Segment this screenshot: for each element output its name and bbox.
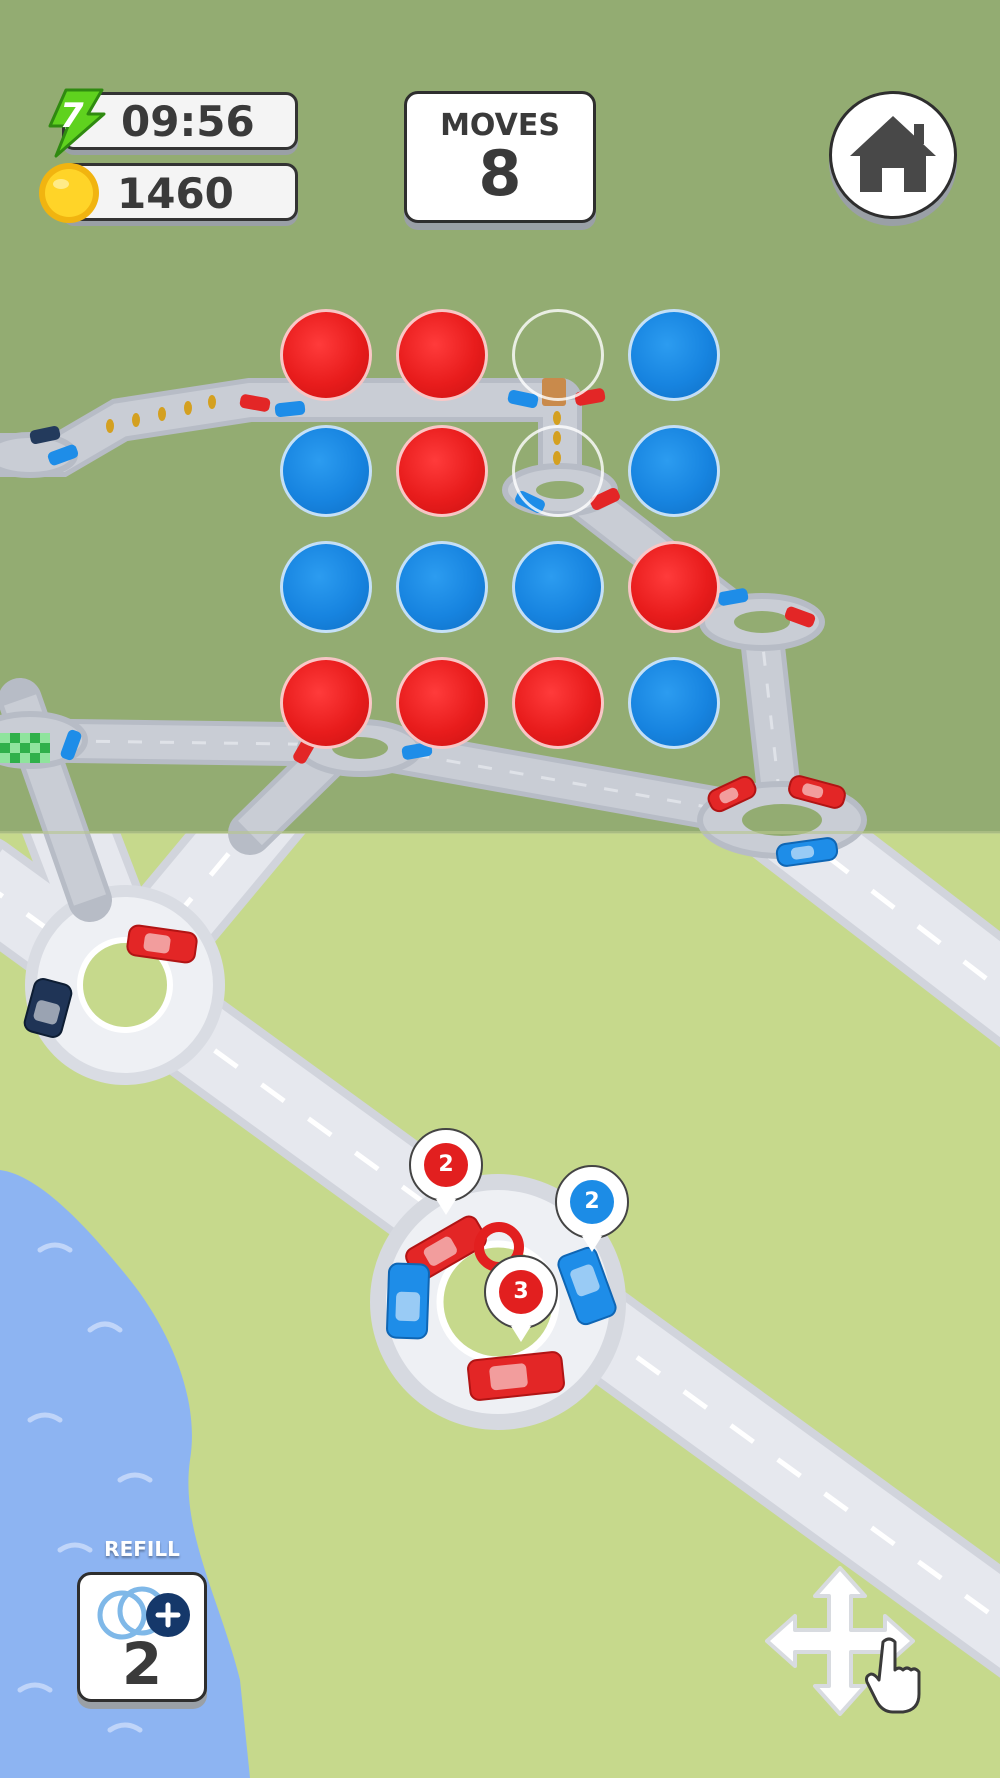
lightning-icon: 7 xyxy=(42,88,112,158)
red-ball[interactable] xyxy=(396,657,488,749)
blue-ball[interactable] xyxy=(280,541,372,633)
home-icon xyxy=(850,116,936,192)
blue-ball[interactable] xyxy=(628,425,720,517)
blue-ball[interactable] xyxy=(280,425,372,517)
refill-count: 2 xyxy=(121,1630,163,1698)
map-background xyxy=(0,0,1000,1778)
red-ball[interactable] xyxy=(396,309,488,401)
coin-count: 1460 xyxy=(117,169,234,218)
pin-count: 2 xyxy=(570,1180,614,1224)
refill-label: REFILL xyxy=(104,1537,180,1561)
pin-count: 2 xyxy=(424,1143,468,1187)
car xyxy=(385,1262,431,1340)
moves-value: 8 xyxy=(478,137,522,210)
red-ball[interactable] xyxy=(396,425,488,517)
red-ball[interactable] xyxy=(280,657,372,749)
red-ball[interactable] xyxy=(628,541,720,633)
move-arrows-icon[interactable] xyxy=(765,1566,921,1716)
game-scene: 2 2 3 09:56 7 1460 MOVES 8 REFILL 2 xyxy=(0,0,1000,1778)
level-number: 7 xyxy=(60,96,84,136)
blue-ball[interactable] xyxy=(628,657,720,749)
pin-red-2: 2 xyxy=(409,1128,483,1215)
red-ball[interactable] xyxy=(512,657,604,749)
empty-slot[interactable] xyxy=(512,425,604,517)
blue-ball[interactable] xyxy=(396,541,488,633)
pin-blue-2: 2 xyxy=(555,1165,629,1252)
coin-icon xyxy=(36,160,102,226)
refill-button[interactable]: 2 xyxy=(77,1572,207,1702)
blue-ball[interactable] xyxy=(512,541,604,633)
pin-count: 3 xyxy=(499,1270,543,1314)
red-ball[interactable] xyxy=(280,309,372,401)
blue-ball[interactable] xyxy=(628,309,720,401)
hand-pointer-icon xyxy=(865,1637,921,1714)
moves-panel: MOVES 8 xyxy=(404,91,596,223)
home-button[interactable] xyxy=(829,91,957,219)
pin-red-3: 3 xyxy=(484,1255,558,1342)
empty-slot[interactable] xyxy=(512,309,604,401)
timer-text: 09:56 xyxy=(121,97,255,146)
